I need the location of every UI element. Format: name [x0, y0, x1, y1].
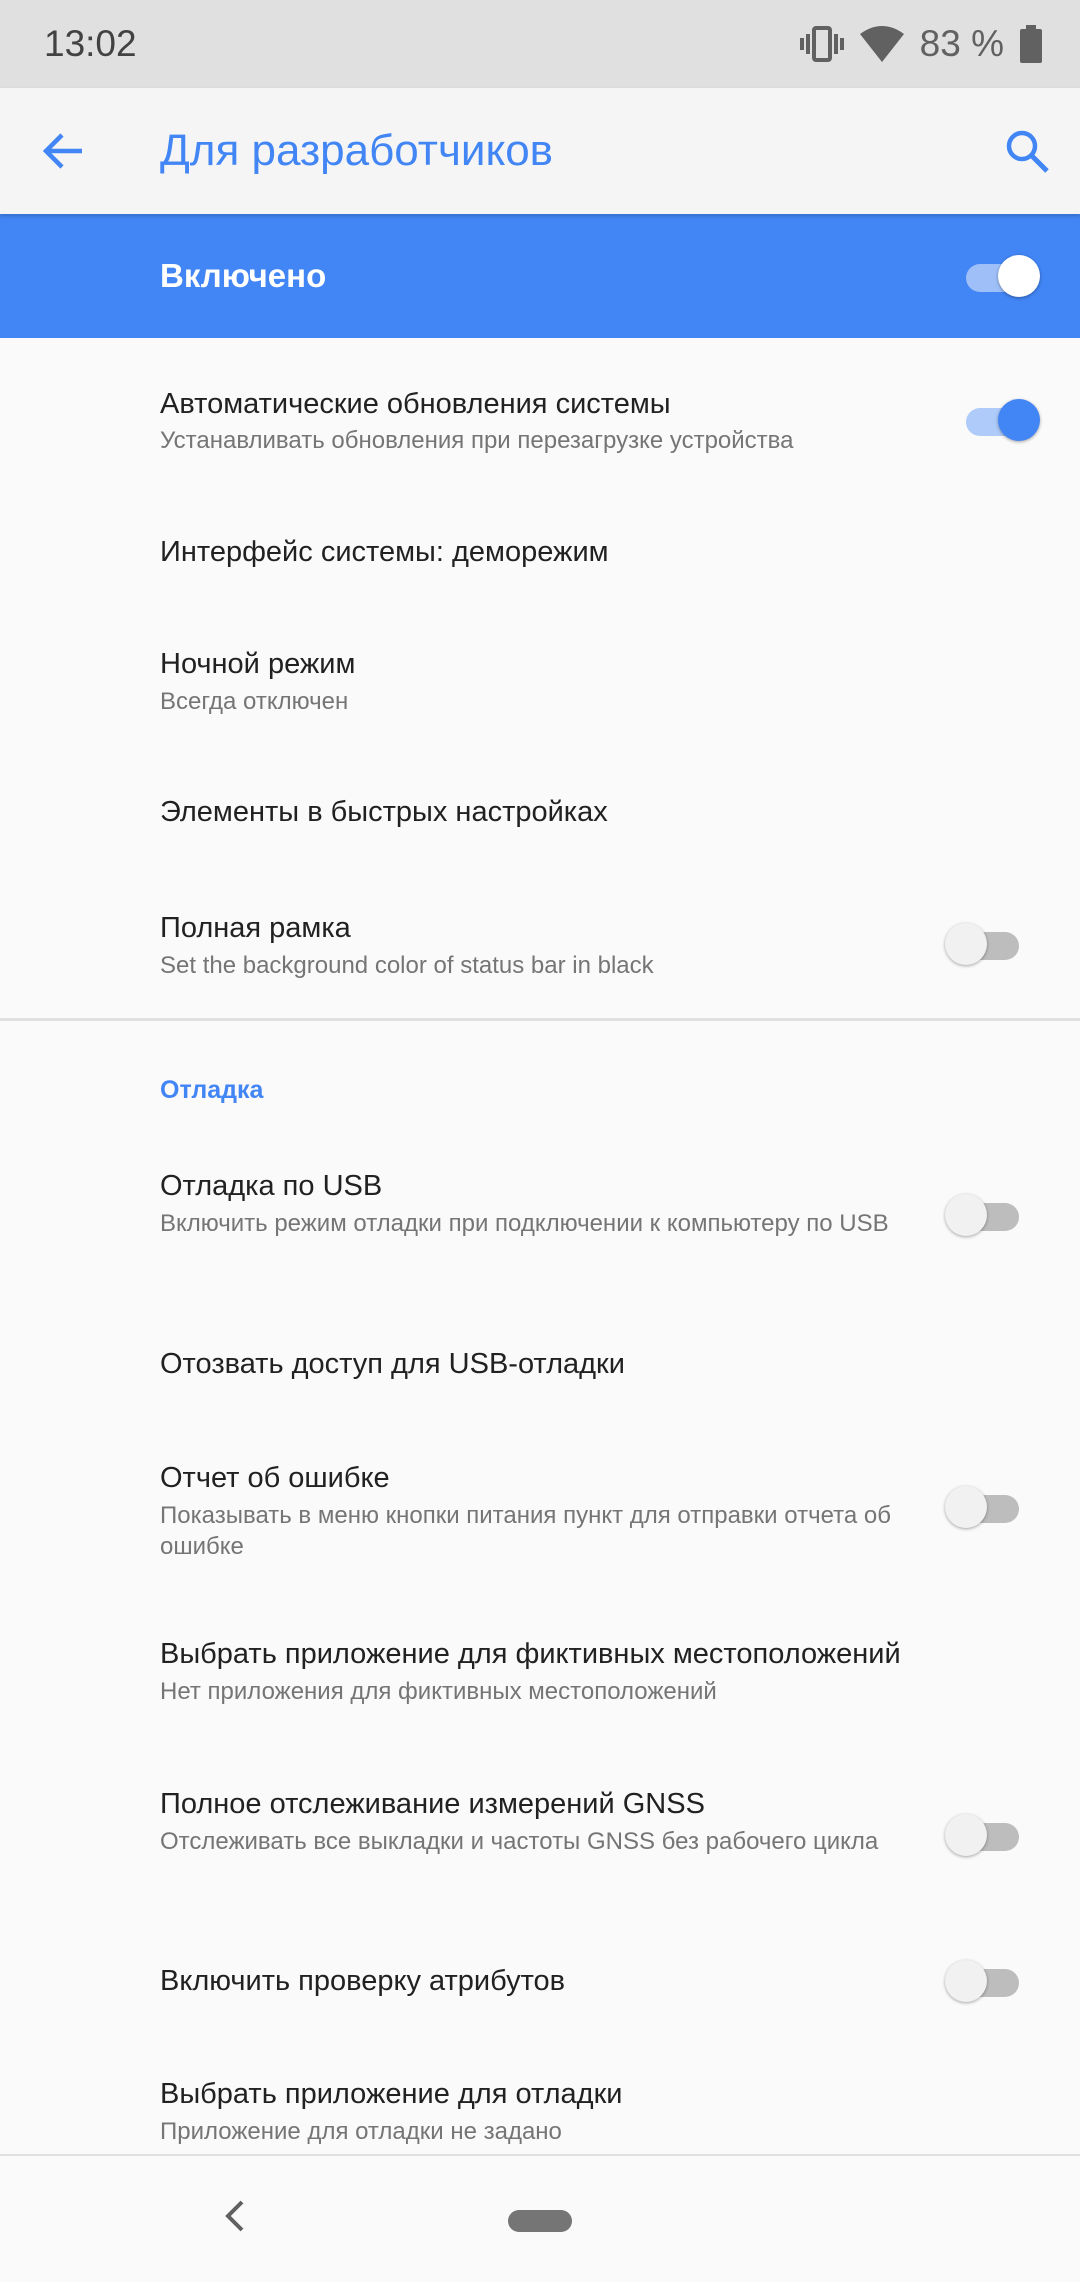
back-arrow-icon[interactable] [40, 128, 86, 174]
setting-revoke-usb-debugging[interactable]: Отозвать доступ для USB-отладки [0, 1300, 1080, 1430]
setting-subtitle: Показывать в меню кнопки питания пункт д… [160, 1502, 891, 1560]
setting-title: Отладка по USB [160, 1170, 383, 1202]
setting-subtitle: Нет приложения для фиктивных местоположе… [160, 1678, 717, 1705]
app-bar: Для разработчиков [0, 88, 1080, 214]
attribute-check-toggle[interactable] [945, 1959, 1025, 2003]
auto-updates-toggle[interactable] [960, 398, 1040, 442]
section-divider [0, 1018, 1080, 1021]
setting-title: Полное отслеживание измерений GNSS [160, 1788, 705, 1820]
setting-debug-app[interactable]: Выбрать приложение для отладки Приложени… [0, 2060, 1080, 2154]
full-frame-toggle[interactable] [945, 922, 1025, 966]
setting-subtitle: Всегда отключен [160, 688, 349, 715]
setting-subtitle: Отслеживать все выкладки и частоты GNSS … [160, 1828, 879, 1855]
setting-title: Отчет об ошибке [160, 1462, 390, 1494]
setting-title: Интерфейс системы: деморежим [160, 536, 609, 568]
setting-mock-location-app[interactable]: Выбрать приложение для фиктивных местопо… [0, 1610, 1080, 1740]
setting-title: Выбрать приложение для фиктивных местопо… [160, 1638, 901, 1670]
setting-title: Отозвать доступ для USB-отладки [160, 1348, 625, 1380]
section-header-debug: Отладка [160, 1076, 264, 1104]
vibrate-icon [799, 26, 844, 62]
setting-auto-updates[interactable]: Автоматические обновления системы Устана… [0, 338, 1080, 488]
setting-title: Полная рамка [160, 912, 351, 944]
battery-icon [1020, 25, 1042, 63]
setting-title: Ночной режим [160, 648, 356, 680]
setting-full-frame[interactable]: Полная рамка Set the background color of… [0, 878, 1080, 1018]
status-icons: 83 % [799, 23, 1042, 65]
setting-title: Элементы в быстрых настройках [160, 796, 608, 828]
master-switch-toggle[interactable] [960, 254, 1040, 298]
usb-debugging-toggle[interactable] [945, 1193, 1025, 1237]
setting-title: Выбрать приложение для отладки [160, 2078, 623, 2110]
setting-title: Включить проверку атрибутов [160, 1965, 566, 1997]
gnss-measurements-toggle[interactable] [945, 1813, 1025, 1857]
status-time: 13:02 [44, 23, 137, 64]
setting-title: Автоматические обновления системы [160, 388, 671, 420]
search-icon[interactable] [1004, 128, 1050, 174]
nav-back-icon[interactable] [220, 2196, 250, 2236]
navigation-bar [0, 2154, 1080, 2282]
setting-gnss-measurements[interactable]: Полное отслеживание измерений GNSS Отсле… [0, 1770, 1080, 1920]
setting-night-mode[interactable]: Ночной режим Всегда отключен [0, 618, 1080, 768]
battery-percent: 83 % [919, 23, 1004, 64]
page-title: Для разработчиков [160, 126, 554, 175]
setting-bug-report[interactable]: Отчет об ошибке Показывать в меню кнопки… [0, 1440, 1080, 1590]
status-bar: 13:02 83 % [0, 0, 1080, 88]
bug-report-toggle[interactable] [945, 1485, 1025, 1529]
setting-attribute-check[interactable]: Включить проверку атрибутов [0, 1930, 1080, 2040]
wifi-icon [859, 26, 904, 62]
nav-home-pill[interactable] [508, 2210, 572, 2232]
setting-subtitle: Включить режим отладки при подключении к… [160, 1210, 889, 1237]
master-switch-label: Включено [160, 257, 327, 294]
setting-subtitle: Устанавливать обновления при перезагрузк… [160, 427, 794, 454]
master-switch-bar[interactable]: Включено [0, 214, 1080, 338]
setting-subtitle: Set the background color of status bar i… [160, 952, 654, 979]
setting-quick-settings-tiles[interactable]: Элементы в быстрых настройках [0, 768, 1080, 878]
setting-system-ui-demo[interactable]: Интерфейс системы: деморежим [0, 488, 1080, 618]
setting-usb-debugging[interactable]: Отладка по USB Включить режим отладки пр… [0, 1150, 1080, 1280]
setting-subtitle: Приложение для отладки не задано [160, 2118, 562, 2145]
